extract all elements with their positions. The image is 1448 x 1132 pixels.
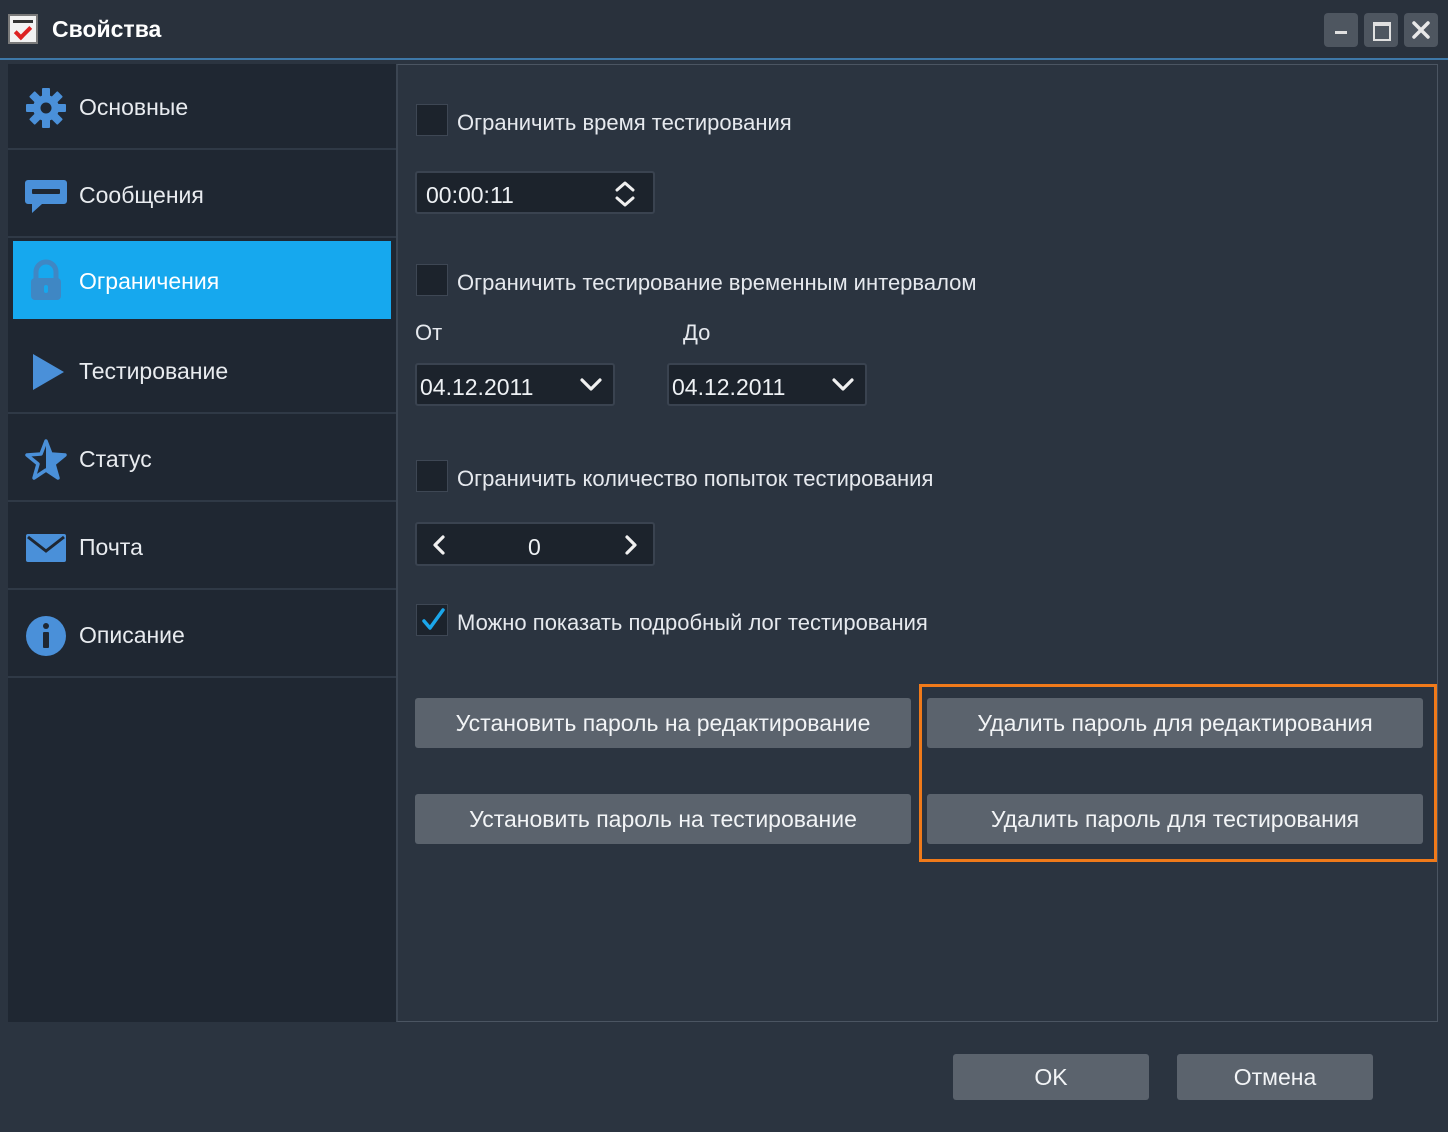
sidebar-item-label: Тестирование [79,358,229,384]
close-icon[interactable] [1404,13,1438,47]
to-date-picker[interactable]: 04.12.2011 [667,363,867,406]
app-logo-icon[interactable] [8,14,38,44]
from-date-picker[interactable]: 04.12.2011 [415,363,615,406]
sidebar-item-status[interactable]: Статус [8,416,396,502]
show-log-checkbox[interactable] [416,604,448,636]
limit-time-checkbox[interactable] [416,104,448,136]
sidebar-item-label: Почта [79,534,143,560]
chevron-right-icon[interactable] [621,534,641,556]
sidebar-item-label: Описание [79,622,185,648]
to-label: До [683,320,711,345]
ok-button[interactable]: OK [953,1054,1149,1100]
limit-time-label: Ограничить время тестирования [457,110,792,135]
sidebar-item-label: Сообщения [79,182,204,208]
attempts-stepper[interactable]: 0 [415,522,655,566]
chevron-down-icon[interactable] [579,375,603,395]
set-test-password-button[interactable]: Установить пароль на тестирование [415,794,911,844]
sidebar-item-messages[interactable]: Сообщения [8,152,396,238]
sidebar-item-mail[interactable]: Почта [8,504,396,590]
star-icon [25,439,67,480]
chevron-left-icon[interactable] [429,534,449,556]
sidebar-item-testing[interactable]: Тестирование [8,328,396,414]
cancel-button[interactable]: Отмена [1177,1054,1373,1100]
sidebar-item-label: Статус [79,446,152,472]
title-bar: Свойства [0,0,1448,60]
window-title: Свойства [52,16,162,42]
sidebar: Основные Сообщения Ограничения Тестирова… [8,64,396,1022]
chevron-down-icon[interactable] [831,375,855,395]
sidebar-item-restrictions[interactable]: Ограничения [13,241,391,319]
limit-attempts-label: Ограничить количество попыток тестирован… [457,466,934,491]
set-edit-password-button[interactable]: Установить пароль на редактирование [415,698,911,748]
limit-attempts-checkbox[interactable] [416,460,448,492]
time-limit-value: 00:00:11 [426,182,514,208]
from-label: От [415,320,443,345]
spin-up-down-icon[interactable] [613,179,637,209]
sidebar-item-description[interactable]: Описание [8,592,396,678]
to-date-value: 04.12.2011 [672,374,786,400]
mail-icon [26,534,66,562]
minimize-icon[interactable] [1324,13,1358,47]
time-limit-spinbox[interactable]: 00:00:11 [415,171,655,214]
gear-icon [26,88,66,128]
highlight-frame [919,684,1437,862]
sidebar-item-label: Основные [79,94,189,120]
sidebar-item-label: Ограничения [79,268,220,294]
play-icon [33,354,64,390]
info-icon [26,616,66,656]
show-log-label: Можно показать подробный лог тестировани… [457,610,928,635]
limit-interval-label: Ограничить тестирование временным интерв… [457,270,977,295]
attempts-value: 0 [528,534,541,560]
lock-icon [31,259,61,300]
sidebar-item-general[interactable]: Основные [8,64,396,150]
checkmark-icon [422,608,445,630]
maximize-icon[interactable] [1364,13,1398,47]
limit-interval-checkbox[interactable] [416,264,448,296]
from-date-value: 04.12.2011 [420,374,534,400]
message-icon [25,180,67,213]
